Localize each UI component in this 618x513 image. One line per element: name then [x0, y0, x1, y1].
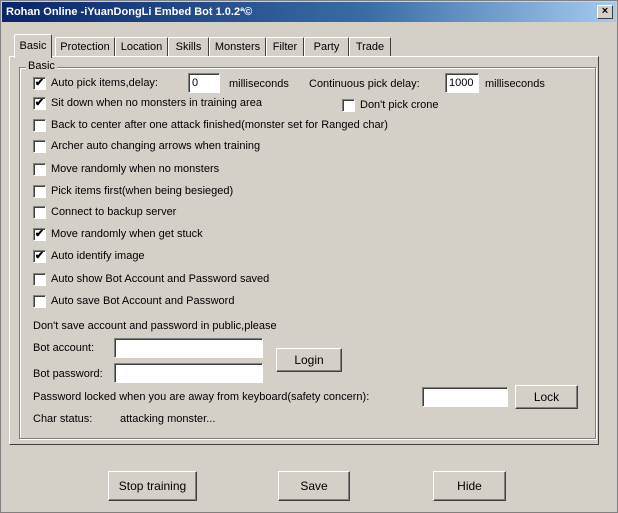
bot-password-input[interactable] — [114, 363, 263, 383]
move-randomly-none-checkbox[interactable] — [33, 163, 46, 176]
dont-pick-crone-label: Don't pick crone — [360, 99, 439, 111]
save-button[interactable]: Save — [278, 471, 350, 501]
hide-button[interactable]: Hide — [433, 471, 506, 501]
show-account-checkbox[interactable] — [33, 273, 46, 286]
archer-arrows-checkbox[interactable] — [33, 140, 46, 153]
identify-image-checkbox[interactable]: ✔ — [33, 250, 46, 263]
continuous-delay-unit: milliseconds — [485, 78, 545, 90]
title-bar[interactable]: Rohan Online -iYuanDongLi Embed Bot 1.0.… — [2, 2, 616, 22]
bot-account-input[interactable] — [114, 338, 263, 358]
auto-pick-label: Auto pick items,delay: — [51, 77, 158, 89]
save-account-checkbox[interactable] — [33, 295, 46, 308]
continuous-delay-input[interactable] — [445, 73, 479, 93]
groupbox-title: Basic — [26, 60, 57, 72]
tab-basic[interactable]: Basic — [14, 34, 52, 58]
back-to-center-label: Back to center after one attack finished… — [51, 119, 388, 131]
pick-first-label: Pick items first(when being besieged) — [51, 185, 234, 197]
tab-party[interactable]: Party — [304, 37, 349, 57]
pick-delay-unit: milliseconds — [229, 78, 289, 90]
archer-arrows-label: Archer auto changing arrows when trainin… — [51, 140, 261, 152]
continuous-delay-label: Continuous pick delay: — [309, 78, 420, 90]
show-account-label: Auto show Bot Account and Password saved — [51, 273, 270, 285]
bot-account-label: Bot account: — [33, 342, 95, 354]
lock-description: Password locked when you are away from k… — [33, 391, 370, 403]
tab-trade[interactable]: Trade — [349, 37, 391, 57]
char-status-value: attacking monster... — [120, 413, 216, 425]
back-to-center-checkbox[interactable] — [33, 119, 46, 132]
backup-server-label: Connect to backup server — [51, 206, 177, 218]
tab-monsters[interactable]: Monsters — [209, 37, 266, 57]
close-icon[interactable]: × — [597, 5, 613, 19]
auto-pick-checkbox[interactable]: ✔ — [33, 77, 46, 90]
identify-image-label: Auto identify image — [51, 250, 145, 262]
stop-training-button[interactable]: Stop training — [108, 471, 197, 501]
move-stuck-label: Move randomly when get stuck — [51, 228, 203, 240]
pick-delay-input[interactable] — [188, 73, 220, 93]
pick-first-checkbox[interactable] — [33, 185, 46, 198]
sit-down-label: Sit down when no monsters in training ar… — [51, 97, 262, 109]
tab-protection[interactable]: Protection — [55, 37, 115, 57]
login-button[interactable]: Login — [276, 348, 342, 372]
sit-down-checkbox[interactable]: ✔ — [33, 97, 46, 110]
privacy-warning: Don't save account and password in publi… — [33, 320, 277, 332]
lock-password-input[interactable] — [422, 387, 508, 407]
backup-server-checkbox[interactable] — [33, 206, 46, 219]
tab-skills[interactable]: Skills — [168, 37, 209, 57]
tab-filter[interactable]: Filter — [266, 37, 304, 57]
move-stuck-checkbox[interactable]: ✔ — [33, 228, 46, 241]
lock-button[interactable]: Lock — [515, 385, 578, 409]
window-title: Rohan Online -iYuanDongLi Embed Bot 1.0.… — [6, 6, 253, 18]
char-status-label: Char status: — [33, 413, 93, 425]
dont-pick-crone-checkbox[interactable] — [342, 99, 355, 112]
move-randomly-none-label: Move randomly when no monsters — [51, 163, 220, 175]
save-account-label: Auto save Bot Account and Password — [51, 295, 235, 307]
tab-location[interactable]: Location — [115, 37, 168, 57]
bot-password-label: Bot password: — [33, 368, 103, 380]
